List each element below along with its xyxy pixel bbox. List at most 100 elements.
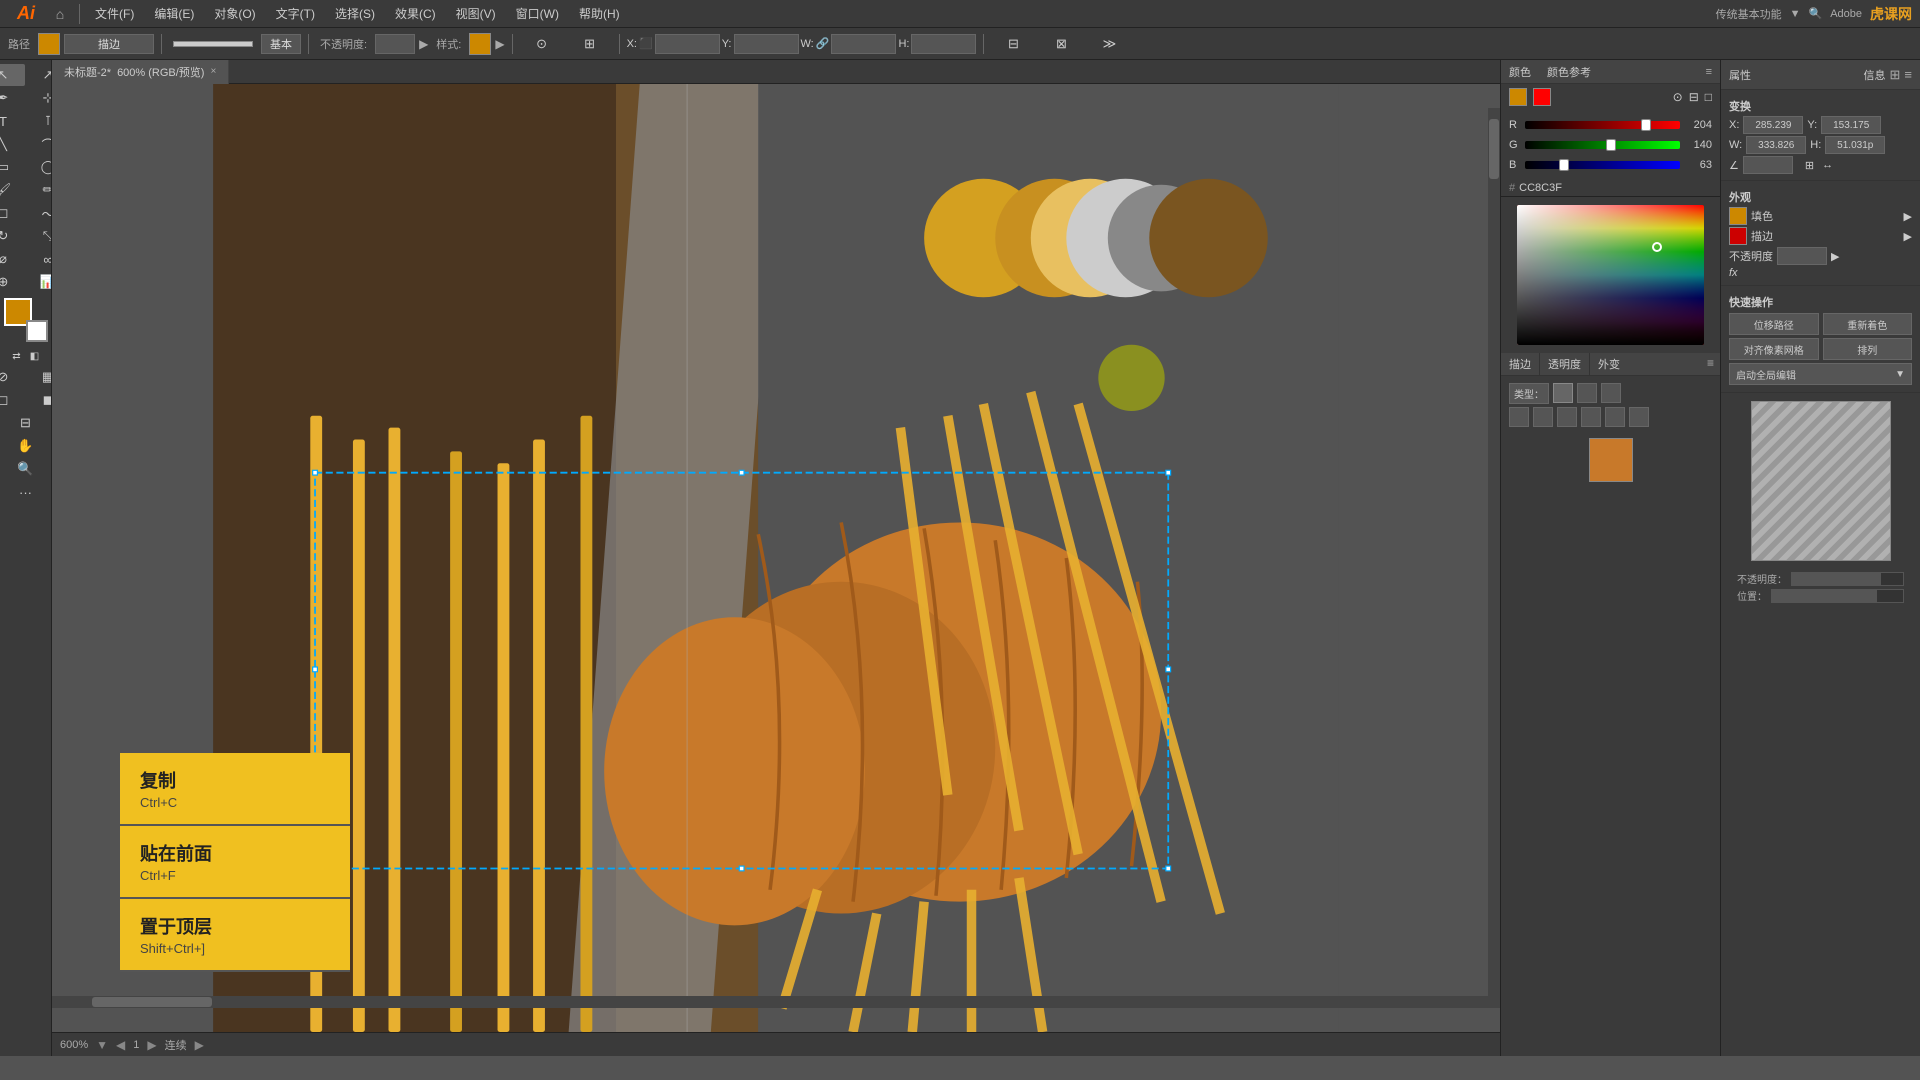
panel-options-btn[interactable]: ≡ — [1701, 353, 1720, 375]
stroke-color-swatch[interactable] — [1533, 88, 1551, 106]
transform2-icon[interactable]: ⊠ — [1039, 33, 1083, 55]
zoom-tool[interactable]: 🔍 — [4, 458, 48, 480]
status-arrow[interactable]: ▶ — [195, 1038, 204, 1052]
style-swatch[interactable] — [469, 33, 491, 55]
mask-mode-icon[interactable]: ◼ — [26, 389, 52, 411]
horizontal-scrollbar[interactable] — [52, 996, 1488, 1008]
art-board-tool[interactable]: ⊟ — [4, 412, 48, 434]
menu-effect[interactable]: 效果(C) — [387, 3, 444, 24]
x-input[interactable]: 285.239 — [655, 34, 720, 54]
stroke-style-select[interactable] — [261, 34, 301, 54]
menu-view[interactable]: 视图(V) — [448, 3, 504, 24]
tab-close-btn[interactable]: × — [210, 66, 216, 77]
zoom-arrow[interactable]: ▼ — [96, 1038, 108, 1052]
eraser-tool[interactable]: ◻ — [0, 202, 25, 224]
gradient-icon[interactable]: ▦ — [26, 366, 52, 388]
menu-select[interactable]: 选择(S) — [327, 3, 383, 24]
warp-tool[interactable]: ⌀ — [0, 248, 25, 270]
home-icon[interactable]: ⌂ — [48, 2, 72, 26]
global-edit-arrow[interactable]: ▼ — [1895, 369, 1905, 380]
menu-help[interactable]: 帮助(H) — [571, 3, 628, 24]
stroke-type-3[interactable] — [1601, 383, 1621, 403]
context-copy[interactable]: 复制 Ctrl+C — [120, 753, 350, 826]
recolor-icon[interactable]: ⊙ — [520, 33, 564, 55]
menu-file[interactable]: 文件(F) — [87, 3, 142, 24]
link-icon[interactable]: 🔗 — [816, 37, 830, 50]
r-track[interactable] — [1525, 121, 1680, 129]
arc-tool[interactable]: ⌒ — [26, 133, 52, 155]
type2-tool[interactable]: ⊺ — [26, 110, 52, 132]
cmyk-icon[interactable]: □ — [1705, 90, 1712, 104]
rgb-icon[interactable]: ⊟ — [1689, 90, 1699, 104]
stroke-type-2[interactable] — [1577, 383, 1597, 403]
transform-tab[interactable]: 外变 — [1590, 353, 1628, 375]
style-arrow[interactable]: ▶ — [495, 37, 504, 51]
bg-swatch[interactable] — [26, 320, 48, 342]
stroke-arrow[interactable]: ▶ — [1904, 230, 1912, 243]
trans-opacity-bar[interactable] — [1791, 572, 1904, 586]
fill-color-swatch[interactable] — [1509, 88, 1527, 106]
transparency-tab[interactable]: 透明度 — [1540, 353, 1590, 375]
more-icon[interactable]: ≫ — [1087, 33, 1131, 55]
pen-tool[interactable]: ✒ — [0, 87, 25, 109]
toolbar-fill-swatch[interactable] — [38, 33, 60, 55]
color-spectrum[interactable] — [1517, 205, 1704, 345]
list-view-icon[interactable]: ≡ — [1904, 67, 1912, 82]
b-track[interactable] — [1525, 161, 1680, 169]
nav-left[interactable]: ◀ — [116, 1038, 125, 1052]
fill-swatch[interactable] — [1729, 207, 1747, 225]
flip-icon[interactable]: ↔ — [1822, 159, 1833, 171]
menu-edit[interactable]: 编辑(E) — [146, 3, 202, 24]
rotate-tool[interactable]: ↻ — [0, 225, 25, 247]
direct-select-tool[interactable]: ↗ — [26, 64, 52, 86]
symbol-tool[interactable]: ⊕ — [0, 271, 25, 293]
document-tab[interactable]: 未标题-2* 600% (RGB/预览) × — [52, 60, 229, 84]
menu-object[interactable]: 对象(O) — [206, 3, 263, 24]
g-track[interactable] — [1525, 141, 1680, 149]
opacity-input[interactable]: 100% — [375, 34, 415, 54]
transform-icon[interactable]: ⊞ — [568, 33, 612, 55]
global-edit-btn[interactable]: 启动全局编辑 ▼ — [1729, 363, 1912, 385]
brush-tool[interactable]: 🖌 — [0, 179, 25, 201]
w-input[interactable]: 153.175 — [831, 34, 896, 54]
stroke-swatch[interactable] — [1729, 227, 1747, 245]
align-icon[interactable]: ⊟ — [991, 33, 1035, 55]
pencil-tool[interactable]: ✏ — [26, 179, 52, 201]
panel-menu-btn[interactable]: ≡ — [1706, 66, 1712, 78]
cap-2[interactable] — [1533, 407, 1553, 427]
graph-tool[interactable]: 📊 — [26, 271, 52, 293]
smooth-tool[interactable]: 〜 — [26, 202, 52, 224]
menu-text[interactable]: 文字(T) — [268, 3, 323, 24]
recolor-btn[interactable]: 重新着色 — [1823, 313, 1913, 335]
search-icon[interactable]: 🔍 — [1808, 7, 1822, 20]
tw-input[interactable] — [1746, 136, 1806, 154]
hex-value[interactable]: CC8C3F — [1519, 182, 1562, 194]
r-thumb[interactable] — [1641, 119, 1651, 131]
scale-tool[interactable]: ⤡ — [26, 225, 52, 247]
type-tool[interactable]: T — [0, 110, 25, 132]
opacity-input2[interactable]: 100% — [1777, 247, 1827, 265]
stroke-tab[interactable]: 描边 — [1501, 353, 1540, 375]
dropdown-icon[interactable]: ▼ — [1790, 8, 1801, 20]
g-thumb[interactable] — [1606, 139, 1616, 151]
menu-window[interactable]: 窗口(W) — [508, 3, 567, 24]
nav-right[interactable]: ▶ — [147, 1038, 156, 1052]
swap-colors-icon[interactable]: ⇄ — [10, 349, 24, 363]
more-tools[interactable]: ··· — [4, 481, 48, 503]
context-bring-front[interactable]: 置于顶层 Shift+Ctrl+] — [120, 899, 350, 972]
context-paste-front[interactable]: 贴在前面 Ctrl+F — [120, 826, 350, 899]
hand-tool[interactable]: ✋ — [4, 435, 48, 457]
default-colors-icon[interactable]: ◧ — [28, 349, 42, 363]
transparency-swatch[interactable] — [1589, 438, 1633, 482]
grid-view-icon[interactable]: ⊞ — [1890, 67, 1901, 83]
align-pixel-btn[interactable]: 对齐像素网格 — [1729, 338, 1819, 360]
vscroll-thumb[interactable] — [1489, 119, 1499, 179]
none-fill-icon[interactable]: ⊘ — [0, 366, 25, 388]
h-input[interactable]: 51.031 p — [911, 34, 976, 54]
hscroll-thumb[interactable] — [92, 997, 212, 1007]
spectrum-icon[interactable]: ⊙ — [1673, 90, 1683, 104]
b-thumb[interactable] — [1559, 159, 1569, 171]
stroke-type-1[interactable] — [1553, 383, 1573, 403]
arrange-btn[interactable]: 排列 — [1823, 338, 1913, 360]
opacity-arrow2[interactable]: ▶ — [1831, 250, 1839, 263]
